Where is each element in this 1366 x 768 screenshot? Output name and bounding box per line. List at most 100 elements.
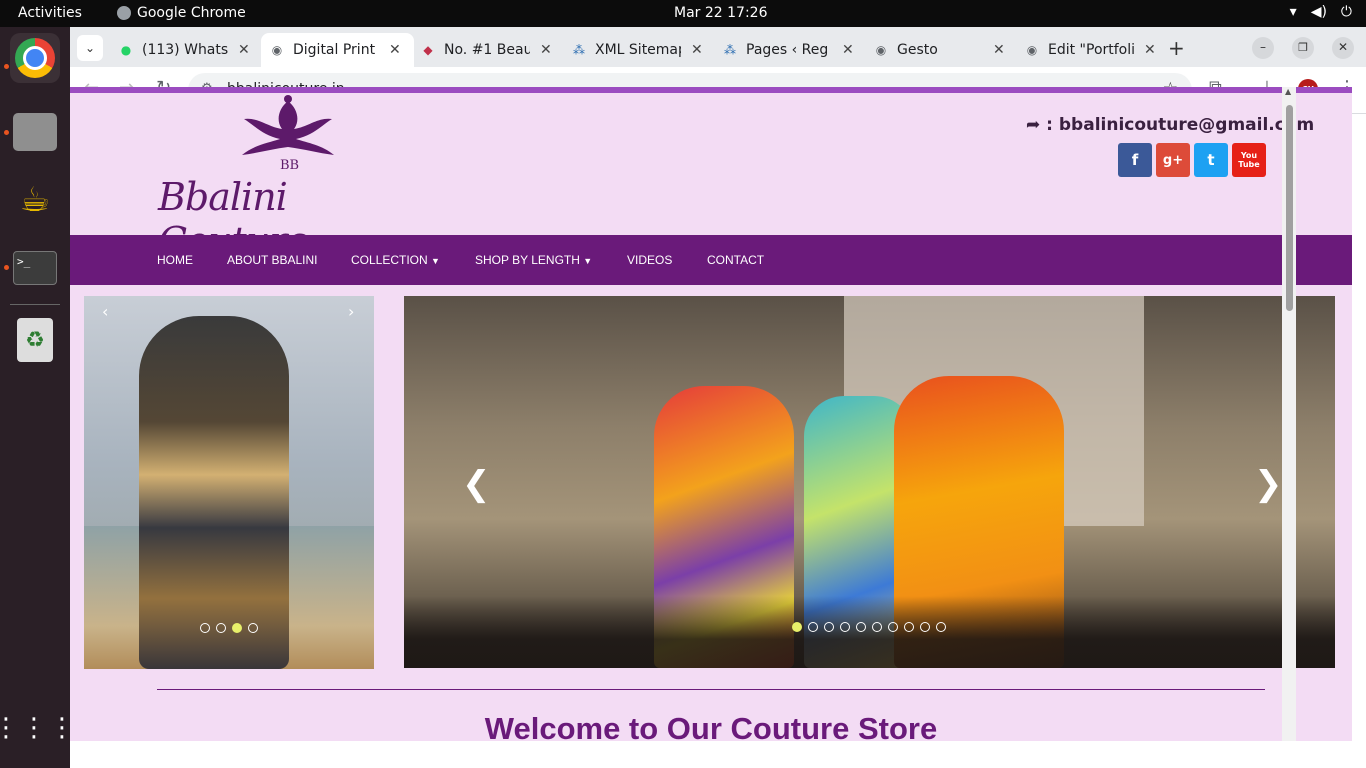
maximize-button[interactable]: ❐ <box>1292 37 1314 59</box>
tab-active[interactable]: ◉ Digital Print ✕ <box>261 33 414 67</box>
close-icon[interactable]: ✕ <box>238 42 250 58</box>
dock-chrome[interactable] <box>10 33 60 83</box>
tab-whatsapp[interactable]: ● (113) WhatsApp ✕ <box>118 33 258 67</box>
files-icon <box>13 113 57 151</box>
audience <box>404 596 1335 668</box>
tab-gesto[interactable]: ◉ Gesto ✕ <box>873 33 1013 67</box>
nav-about[interactable]: ABOUT BBALINI <box>227 253 317 267</box>
model-figure-left <box>139 316 289 669</box>
dock-teapot[interactable]: ☕ <box>10 175 60 225</box>
section-divider <box>157 689 1265 690</box>
wifi-icon: ▾ <box>1289 4 1297 20</box>
running-indicator <box>4 64 9 69</box>
google-plus-icon[interactable]: g+ <box>1156 143 1190 177</box>
nav-home[interactable]: HOME <box>157 253 193 267</box>
teapot-icon: ☕ <box>19 180 51 220</box>
carousel-dot[interactable] <box>200 623 210 633</box>
trash-icon: ♻ <box>17 318 53 362</box>
close-icon[interactable]: ✕ <box>389 42 401 58</box>
dock-terminal[interactable]: >_ <box>10 243 60 293</box>
logo-crown-icon: BB <box>242 95 334 171</box>
tab-search-button[interactable]: ⌄ <box>77 35 103 61</box>
volume-icon: ◀) <box>1310 4 1327 20</box>
lips-icon: ◆ <box>423 43 433 57</box>
dock-trash[interactable]: ♻ <box>10 315 60 365</box>
carousel-dot[interactable] <box>936 622 946 632</box>
tab-pages[interactable]: ⁂ Pages ‹ Reg ✕ <box>722 33 862 67</box>
activities-button[interactable]: Activities <box>18 5 82 21</box>
hero-carousel-left[interactable]: ‹ › <box>84 296 374 669</box>
main-nav: HOME ABOUT BBALINI COLLECTION ▼ SHOP BY … <box>70 235 1352 285</box>
dock-files[interactable] <box>10 107 60 157</box>
carousel-dot[interactable] <box>824 622 834 632</box>
tab-edit-portfolio[interactable]: ◉ Edit "Portfolio ✕ <box>1024 33 1164 67</box>
app-menu[interactable]: Google Chrome <box>117 5 246 21</box>
apps-grid-icon: ⋮⋮⋮ <box>0 713 77 743</box>
web-page: BB Bbalini Couture ➦ : bbalinicouture@gm… <box>70 87 1352 741</box>
scroll-up-icon[interactable]: ▲ <box>1285 87 1291 96</box>
contact-email[interactable]: ➦ : bbalinicouture@gmail.com <box>1026 115 1314 135</box>
carousel-dot[interactable] <box>216 623 226 633</box>
close-icon[interactable]: ✕ <box>842 42 854 58</box>
system-tray[interactable]: ▾ ◀) ⏻ <box>1290 4 1352 20</box>
tab-title: (113) WhatsApp <box>142 42 228 58</box>
tab-beauty[interactable]: ◆ No. #1 Beauty ✕ <box>420 33 560 67</box>
power-icon: ⏻ <box>1340 4 1352 20</box>
nav-contact[interactable]: CONTACT <box>707 253 764 267</box>
carousel-dot[interactable] <box>872 622 882 632</box>
page-scrollbar[interactable]: ▲ <box>1282 87 1296 741</box>
clock[interactable]: Mar 22 17:26 <box>674 5 767 21</box>
prev-arrow-icon[interactable]: ❮ <box>462 464 491 504</box>
carousel-dot[interactable] <box>856 622 866 632</box>
twitter-icon[interactable]: t <box>1194 143 1228 177</box>
tab-title: XML Sitemap <box>595 42 681 58</box>
nav-videos[interactable]: VIDEOS <box>627 253 672 267</box>
caret-down-icon: ▼ <box>583 256 593 266</box>
nav-collection[interactable]: COLLECTION ▼ <box>351 253 440 267</box>
close-icon[interactable]: ✕ <box>1144 42 1156 58</box>
next-arrow-icon[interactable]: ❯ <box>1254 464 1283 504</box>
prev-chevron-icon[interactable]: ‹ <box>102 302 108 321</box>
carousel-dot[interactable] <box>808 622 818 632</box>
sitemap-icon: ⁂ <box>573 43 585 57</box>
show-apps-button[interactable]: ⋮⋮⋮ <box>0 703 75 753</box>
dock: ☕ >_ ♻ ⋮⋮⋮ <box>0 27 75 768</box>
facebook-icon[interactable]: f <box>1118 143 1152 177</box>
next-chevron-icon[interactable]: › <box>348 302 354 321</box>
new-tab-button[interactable]: + <box>1168 36 1185 60</box>
close-icon: ✕ <box>1337 40 1349 54</box>
carousel-dot-active[interactable] <box>792 622 802 632</box>
top-accent-bar <box>70 87 1352 93</box>
carousel-dot[interactable] <box>904 622 914 632</box>
chrome-icon <box>15 38 55 78</box>
youtube-icon[interactable]: You Tube <box>1232 143 1266 177</box>
welcome-heading: Welcome to Our Couture Store <box>484 711 938 741</box>
carousel-dot[interactable] <box>248 623 258 633</box>
carousel-dot[interactable] <box>840 622 850 632</box>
nav-shop-by-length[interactable]: SHOP BY LENGTH ▼ <box>475 253 592 267</box>
caret-down-icon: ▼ <box>431 256 440 266</box>
close-icon[interactable]: ✕ <box>993 42 1005 58</box>
tab-title: Pages ‹ Reg <box>746 42 829 58</box>
dock-separator <box>10 304 60 305</box>
tab-xml-sitemap[interactable]: ⁂ XML Sitemap ✕ <box>571 33 711 67</box>
carousel-dot[interactable] <box>888 622 898 632</box>
carousel-indicators-right <box>792 622 946 632</box>
tab-title: No. #1 Beauty <box>444 42 530 58</box>
scrollbar-thumb[interactable] <box>1286 105 1293 311</box>
close-icon[interactable]: ✕ <box>691 42 703 58</box>
minimize-button[interactable]: – <box>1252 37 1274 59</box>
close-icon[interactable]: ✕ <box>540 42 552 58</box>
globe-icon: ◉ <box>875 43 887 57</box>
svg-text:BB: BB <box>280 158 299 171</box>
tab-title: Digital Print <box>293 42 376 58</box>
carousel-dot-active[interactable] <box>232 623 242 633</box>
chrome-small-icon <box>117 6 131 20</box>
whatsapp-icon: ● <box>120 43 132 57</box>
nav-shop-label: SHOP BY LENGTH <box>475 253 580 267</box>
globe-icon: ◉ <box>271 43 283 57</box>
carousel-dot[interactable] <box>920 622 930 632</box>
hero-carousel-right[interactable]: ❮ ❯ <box>404 296 1335 668</box>
site-logo[interactable]: BB Bbalini Couture <box>158 95 420 263</box>
close-window-button[interactable]: ✕ <box>1332 37 1354 59</box>
